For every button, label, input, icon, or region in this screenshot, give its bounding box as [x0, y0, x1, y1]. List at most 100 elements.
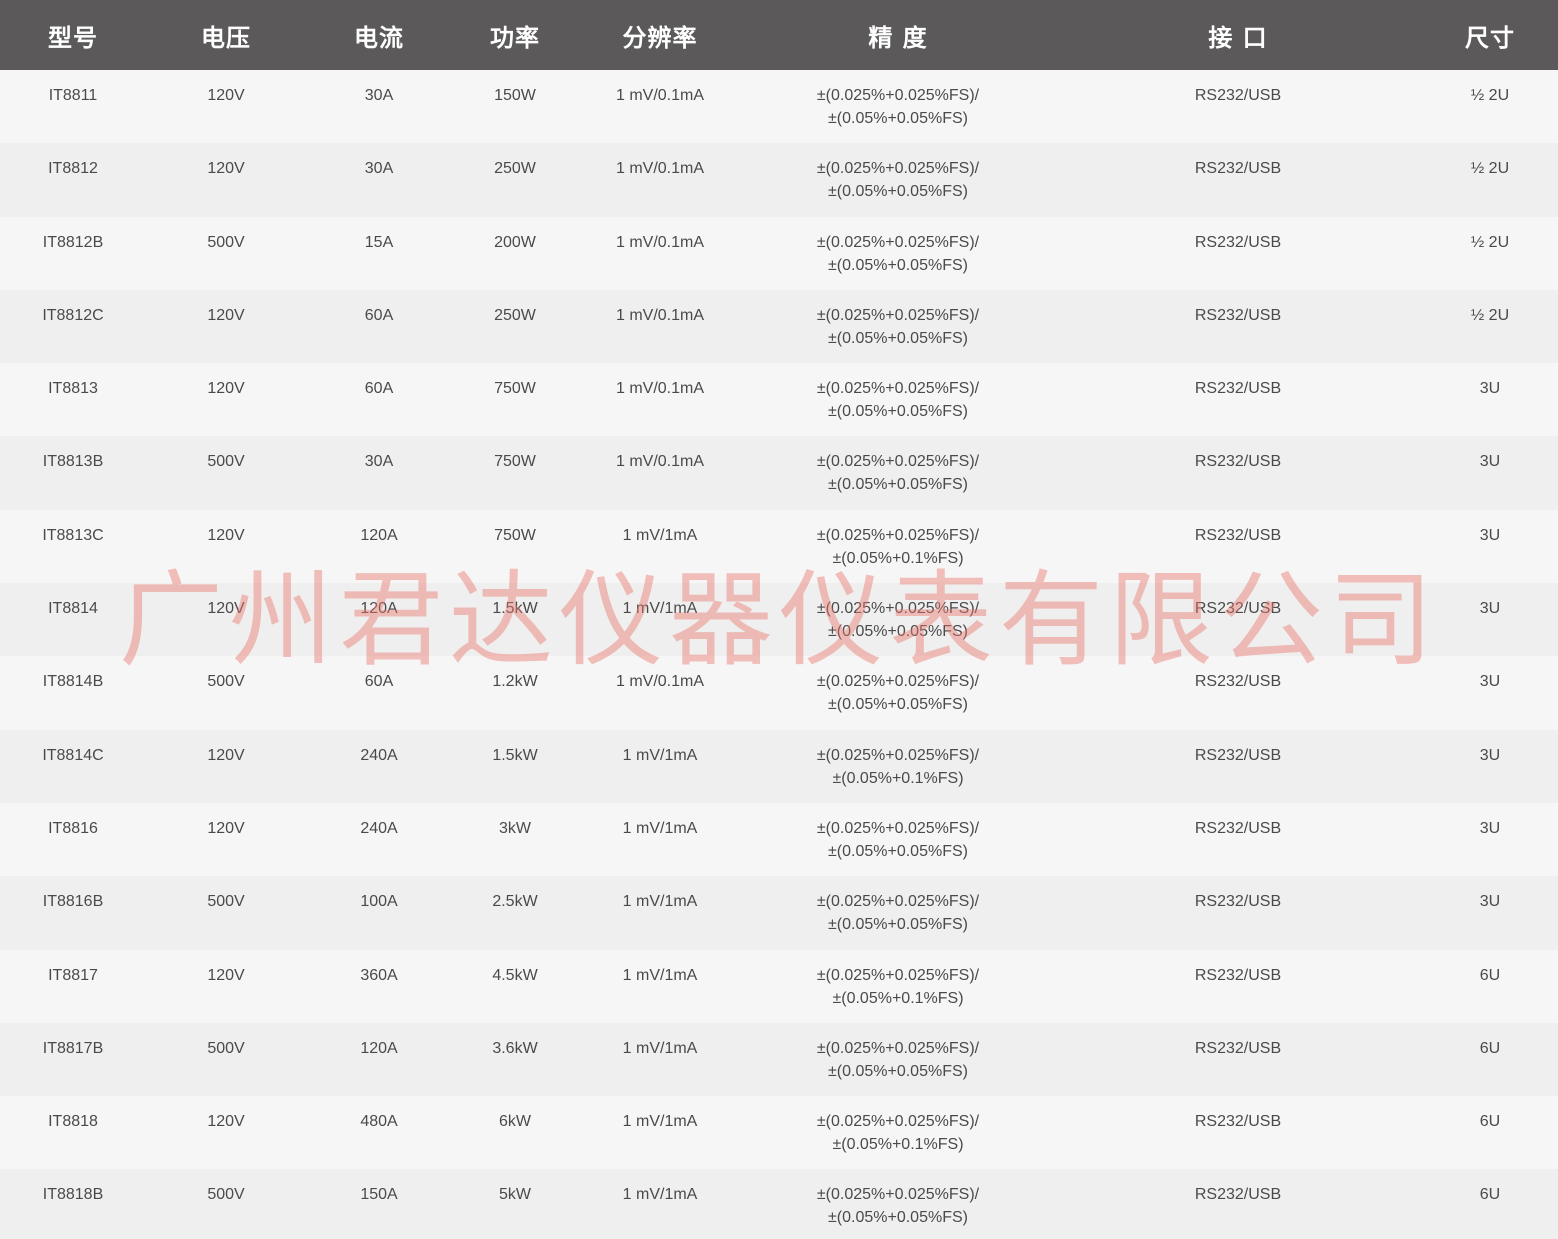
cell-current: 15A [306, 216, 452, 290]
accuracy-line-2: ±(0.05%+0.05%FS) [828, 256, 968, 274]
table-row: IT8818B 500V 150A 5kW 1 mV/1mA ±(0.025%+0.025… [0, 1169, 1558, 1239]
cell-accuracy: ±(0.025%+0.025%FS)/ ±(0.05%+0.05%FS) [742, 363, 1054, 437]
cell-power: 200W [452, 216, 578, 290]
cell-current: 60A [306, 656, 452, 730]
cell-voltage: 120V [146, 143, 306, 217]
header-voltage: 电压 [146, 0, 306, 70]
table-row: IT8816 120V 240A 3kW 1 mV/1mA ±(0.025%+0.025%… [0, 802, 1558, 877]
table-row: IT8812B 500V 15A 200W 1 mV/0.1mA ±(0.025%+0.0… [0, 216, 1558, 290]
accuracy-line-2: ±(0.05%+0.1%FS) [832, 1136, 964, 1154]
cell-voltage: 120V [146, 70, 306, 144]
cell-interface: RS232/USB [1054, 876, 1422, 950]
cell-power: 4.5kW [452, 949, 578, 1023]
table-row: IT8814B 500V 60A 1.2kW 1 mV/0.1mA ±(0.025%+0.… [0, 656, 1558, 730]
accuracy-line-1: ±(0.025%+0.025%FS)/ [816, 746, 980, 764]
header-current: 电流 [306, 0, 452, 70]
cell-resolution: 1 mV/0.1mA [578, 436, 742, 510]
cell-size: 6U [1422, 1096, 1558, 1170]
cell-size: 6U [1422, 1169, 1558, 1239]
cell-model: IT8818 [0, 1096, 146, 1170]
cell-interface: RS232/USB [1054, 1022, 1422, 1097]
cell-size: ½ 2U [1422, 216, 1558, 290]
cell-voltage: 120V [146, 802, 306, 877]
cell-interface: RS232/USB [1054, 656, 1422, 730]
cell-resolution: 1 mV/0.1mA [578, 656, 742, 730]
cell-accuracy: ±(0.025%+0.025%FS)/ ±(0.05%+0.05%FS) [742, 802, 1054, 877]
cell-power: 3kW [452, 802, 578, 877]
cell-interface: RS232/USB [1054, 1169, 1422, 1239]
cell-accuracy: ±(0.025%+0.025%FS)/ ±(0.05%+0.05%FS) [742, 216, 1054, 290]
accuracy-line-2: ±(0.05%+0.05%FS) [828, 403, 968, 421]
cell-resolution: 1 mV/0.1mA [578, 143, 742, 217]
accuracy-line-2: ±(0.05%+0.05%FS) [828, 476, 968, 494]
accuracy-line-2: ±(0.05%+0.1%FS) [832, 769, 964, 787]
cell-accuracy: ±(0.025%+0.025%FS)/ ±(0.05%+0.05%FS) [742, 876, 1054, 950]
accuracy-line-2: ±(0.05%+0.1%FS) [832, 989, 964, 1007]
cell-model: IT8817 [0, 949, 146, 1023]
header-accuracy: 精 度 [742, 0, 1054, 70]
cell-voltage: 500V [146, 436, 306, 510]
cell-model: IT8813B [0, 436, 146, 510]
accuracy-line-1: ±(0.025%+0.025%FS)/ [816, 233, 980, 251]
cell-model: IT8818B [0, 1169, 146, 1239]
header-resolution: 分辨率 [578, 0, 742, 70]
cell-accuracy: ±(0.025%+0.025%FS)/ ±(0.05%+0.05%FS) [742, 656, 1054, 730]
cell-voltage: 120V [146, 949, 306, 1023]
cell-resolution: 1 mV/0.1mA [578, 363, 742, 437]
cell-current: 360A [306, 949, 452, 1023]
cell-resolution: 1 mV/0.1mA [578, 70, 742, 144]
header-model: 型号 [0, 0, 146, 70]
accuracy-line-2: ±(0.05%+0.05%FS) [828, 1062, 968, 1080]
accuracy-line-1: ±(0.025%+0.025%FS)/ [816, 380, 980, 398]
cell-interface: RS232/USB [1054, 583, 1422, 657]
accuracy-line-1: ±(0.025%+0.025%FS)/ [816, 526, 980, 544]
accuracy-line-2: ±(0.05%+0.05%FS) [828, 842, 968, 860]
cell-accuracy: ±(0.025%+0.025%FS)/ ±(0.05%+0.05%FS) [742, 436, 1054, 510]
cell-size: 3U [1422, 729, 1558, 803]
cell-resolution: 1 mV/1mA [578, 876, 742, 950]
header-power: 功率 [452, 0, 578, 70]
cell-power: 5kW [452, 1169, 578, 1239]
cell-power: 3.6kW [452, 1022, 578, 1097]
accuracy-line-1: ±(0.025%+0.025%FS)/ [816, 87, 980, 104]
table-row: IT8811 120V 30A 150W 1 mV/0.1mA ±(0.025%+0.02… [0, 70, 1558, 144]
cell-interface: RS232/USB [1054, 949, 1422, 1023]
cell-power: 750W [452, 436, 578, 510]
table-row: IT8813B 500V 30A 750W 1 mV/0.1mA ±(0.025%+0.0… [0, 436, 1558, 510]
spec-table: 型号 电压 电流 功率 分辨率 精 度 接 口 尺寸 IT8811 120V 30A… [0, 0, 1558, 1239]
cell-voltage: 500V [146, 876, 306, 950]
cell-accuracy: ±(0.025%+0.025%FS)/ ±(0.05%+0.1%FS) [742, 509, 1054, 584]
cell-current: 60A [306, 289, 452, 364]
cell-model: IT8816 [0, 802, 146, 877]
cell-interface: RS232/USB [1054, 216, 1422, 290]
table-row: IT8812C 120V 60A 250W 1 mV/0.1mA ±(0.025%+0.0… [0, 289, 1558, 364]
cell-voltage: 120V [146, 1096, 306, 1170]
cell-accuracy: ±(0.025%+0.025%FS)/ ±(0.05%+0.1%FS) [742, 1096, 1054, 1170]
cell-model: IT8814C [0, 729, 146, 803]
cell-voltage: 500V [146, 216, 306, 290]
cell-power: 2.5kW [452, 876, 578, 950]
cell-accuracy: ±(0.025%+0.025%FS)/ ±(0.05%+0.1%FS) [742, 729, 1054, 803]
cell-model: IT8812B [0, 216, 146, 290]
cell-resolution: 1 mV/1mA [578, 1169, 742, 1239]
table-header: 型号 电压 电流 功率 分辨率 精 度 接 口 尺寸 [0, 0, 1558, 70]
accuracy-line-1: ±(0.025%+0.025%FS)/ [816, 966, 980, 984]
cell-current: 60A [306, 363, 452, 437]
accuracy-line-1: ±(0.025%+0.025%FS)/ [816, 1113, 980, 1131]
cell-model: IT8812C [0, 289, 146, 364]
header-size: 尺寸 [1422, 0, 1558, 70]
accuracy-line-1: ±(0.025%+0.025%FS)/ [816, 306, 980, 324]
cell-voltage: 120V [146, 289, 306, 364]
cell-interface: RS232/USB [1054, 729, 1422, 803]
accuracy-line-1: ±(0.025%+0.025%FS)/ [816, 893, 980, 911]
cell-interface: RS232/USB [1054, 802, 1422, 877]
cell-model: IT8814 [0, 583, 146, 657]
cell-model: IT8816B [0, 876, 146, 950]
table-row: IT8813 120V 60A 750W 1 mV/0.1mA ±(0.025%+0.02… [0, 363, 1558, 437]
spec-table-page: 型号 电压 电流 功率 分辨率 精 度 接 口 尺寸 IT8811 120V 30A… [0, 0, 1558, 1239]
cell-size: 3U [1422, 436, 1558, 510]
table-row: IT8818 120V 480A 6kW 1 mV/1mA ±(0.025%+0.025%… [0, 1096, 1558, 1170]
table-row: IT8816B 500V 100A 2.5kW 1 mV/1mA ±(0.025%+0.0… [0, 876, 1558, 950]
cell-voltage: 120V [146, 509, 306, 584]
cell-size: 3U [1422, 509, 1558, 584]
